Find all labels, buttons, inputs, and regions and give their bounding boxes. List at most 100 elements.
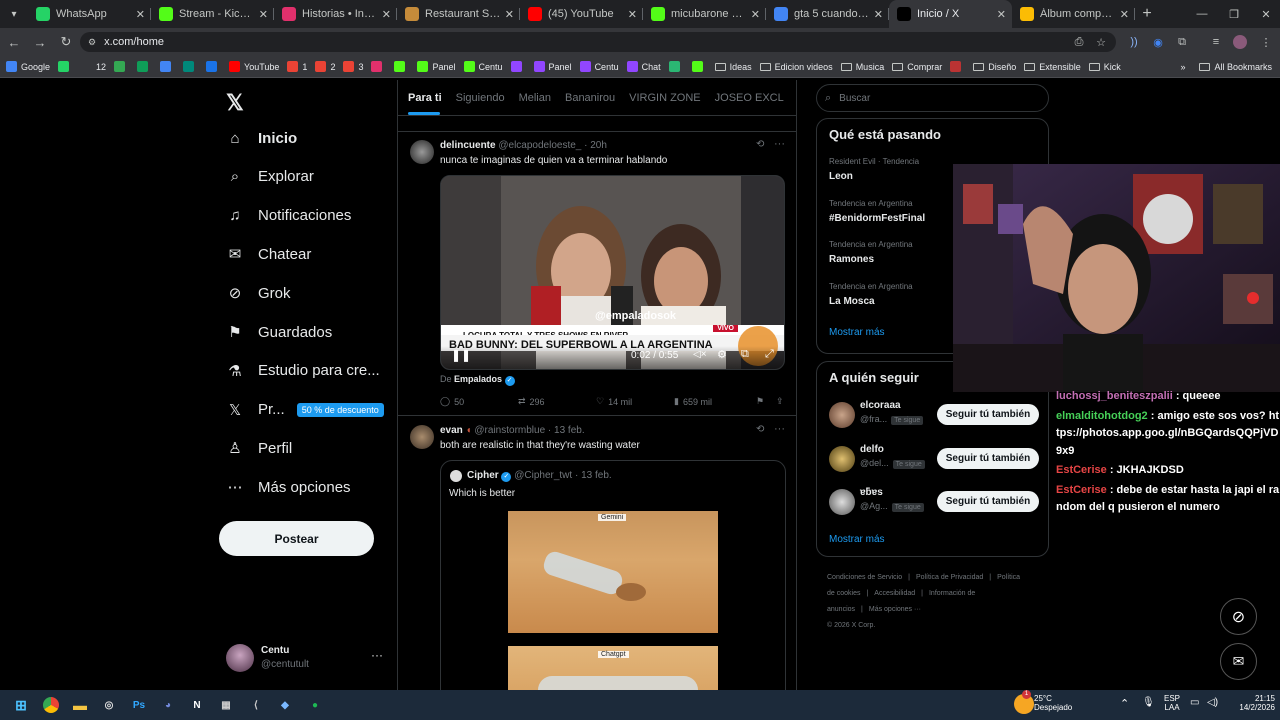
close-tab-icon[interactable]: ✕ <box>751 8 760 21</box>
messages-float-button[interactable]: ✉ <box>1220 643 1257 680</box>
retweet-button[interactable]: ⇄ 296 <box>518 396 596 407</box>
tweet-more-icon[interactable]: ··· <box>774 138 785 150</box>
settings-gear-icon[interactable]: ⚙ <box>717 348 727 361</box>
tray-overflow-icon[interactable]: ⌃ <box>1120 697 1129 710</box>
back-icon[interactable]: ← <box>2 30 26 54</box>
browser-tab[interactable]: WhatsApp ✕ <box>28 0 151 28</box>
site-info-icon[interactable]: ⚙ <box>88 37 96 48</box>
nav-item-pr[interactable]: 𝕏 Pr... 50 % de descuento <box>226 398 384 422</box>
follow-button[interactable]: Seguir tú también <box>937 404 1039 425</box>
close-tab-icon[interactable]: ✕ <box>259 8 268 21</box>
tweet-time[interactable]: · 20h <box>584 140 607 151</box>
avatar[interactable] <box>410 425 434 449</box>
grok-icon[interactable]: ⟲ <box>756 139 764 150</box>
notion-icon[interactable]: N <box>186 694 208 716</box>
follow-show-more[interactable]: Mostrar más <box>829 534 885 545</box>
bookmark-item[interactable] <box>510 61 526 72</box>
bookmark-item[interactable] <box>394 61 409 72</box>
extension-wave-icon[interactable]: )) <box>1126 34 1142 50</box>
avatar[interactable] <box>410 140 434 164</box>
bookmark-star-icon[interactable]: ☆ <box>1093 34 1109 50</box>
close-tab-icon[interactable]: ✕ <box>382 8 391 21</box>
timeline-tab[interactable]: VIRGIN ZONE <box>629 92 701 104</box>
microphone-icon[interactable]: 🎙 <box>1142 697 1155 708</box>
pip-icon[interactable]: ⧉ <box>741 348 749 361</box>
input-language[interactable]: ESP LAA <box>1160 694 1184 712</box>
quote-tweet[interactable]: Cipher ✓ @Cipher_twt · 13 feb. Which is … <box>440 460 786 692</box>
bookmark-item[interactable] <box>58 61 73 72</box>
footer-link[interactable]: Condiciones de Servicio <box>827 574 902 581</box>
follow-button[interactable]: Seguir tú también <box>937 447 1039 469</box>
obs-icon[interactable]: ◎ <box>98 694 120 716</box>
footer-link[interactable]: Más opciones ··· <box>869 606 921 613</box>
reply-button[interactable]: ◯ 50 <box>440 396 518 407</box>
share-icon[interactable]: ⇪ <box>776 396 790 407</box>
close-tab-icon[interactable]: ✕ <box>874 8 883 21</box>
minimize-icon[interactable]: — <box>1186 0 1218 28</box>
network-icon[interactable]: ▭ <box>1190 697 1199 708</box>
tweet[interactable]: evan ◖ @rainstormblue · 13 feb. ⟲ ··· bo… <box>398 417 796 692</box>
nav-item-estudio-para-cre[interactable]: ⚗ Estudio para cre... <box>226 359 379 383</box>
browser-tab[interactable]: micubarone Stream -✕ <box>643 0 766 28</box>
tweet-handle[interactable]: @rainstormblue <box>474 425 545 436</box>
bookmarks-overflow-icon[interactable]: » <box>1180 62 1185 72</box>
nav-item-inicio[interactable]: ⌂ Inicio <box>226 126 297 150</box>
x-logo-icon[interactable]: 𝕏 <box>226 90 244 116</box>
extensions-puzzle-icon[interactable]: ⧉ <box>1174 34 1190 50</box>
reload-icon[interactable]: ↻ <box>54 30 78 54</box>
tweet-handle[interactable]: @elcapodeloeste_ <box>498 140 581 151</box>
trends-show-more[interactable]: Mostrar más <box>829 327 885 338</box>
nav-item-notificaciones[interactable]: ♫ Notificaciones <box>226 204 351 228</box>
video-player[interactable]: @empaladosok LOCURA TOTAL Y TRES SHOWS E… <box>440 175 785 370</box>
nav-item-explorar[interactable]: ⌕ Explorar <box>226 165 314 189</box>
tweet-author[interactable]: evan <box>440 425 463 436</box>
close-tab-icon[interactable]: ✕ <box>997 8 1006 21</box>
nav-item-chatear[interactable]: ✉ Chatear <box>226 242 312 266</box>
maximize-icon[interactable]: ❐ <box>1218 0 1250 28</box>
spotify-icon[interactable]: ● <box>304 694 326 716</box>
footer-link[interactable]: Política de Privacidad <box>916 574 983 581</box>
bookmark-item[interactable]: Comprar <box>892 62 942 72</box>
bookmark-item[interactable]: Kick <box>1088 62 1121 72</box>
close-tab-icon[interactable]: ✕ <box>628 8 637 21</box>
quote-image-gemini[interactable]: Gemini <box>508 511 718 633</box>
calculator-icon[interactable]: ▦ <box>215 694 237 716</box>
timeline-tab[interactable]: Melian <box>519 92 551 104</box>
browser-tab[interactable]: Stream - Kick Dashboard✕ <box>151 0 274 28</box>
address-bar[interactable]: ⚙ x.com/home <box>80 32 1116 52</box>
timeline-tab[interactable]: Para ti <box>408 92 442 104</box>
new-tab-button[interactable]: + <box>1135 5 1159 23</box>
browser-tab[interactable]: Restaurant Street✕ <box>397 0 520 28</box>
grok-icon[interactable]: ⟲ <box>756 424 764 435</box>
bookmark-item[interactable] <box>137 61 152 72</box>
post-button[interactable]: Postear <box>219 521 374 556</box>
bookmark-item[interactable]: Edicion videos <box>759 62 833 72</box>
bookmark-item[interactable]: Extensible <box>1024 62 1081 72</box>
app-diamond-icon[interactable]: ◆ <box>274 694 296 716</box>
bookmark-item[interactable]: Musica <box>840 62 884 72</box>
bookmark-item[interactable] <box>114 61 129 72</box>
follow-button[interactable]: Seguir tú también <box>937 491 1039 512</box>
fullscreen-icon[interactable]: ⤢ <box>765 348 774 361</box>
file-explorer-icon[interactable]: ▬ <box>69 694 91 716</box>
bookmark-item[interactable] <box>183 61 198 72</box>
bookmark-item[interactable]: 1 <box>287 61 307 72</box>
close-tab-icon[interactable]: ✕ <box>1120 8 1129 21</box>
bookmark-item[interactable]: Ideas <box>714 62 752 72</box>
chrome-icon[interactable] <box>40 694 62 716</box>
tab-search-icon[interactable]: ▾ <box>0 0 28 28</box>
search-box[interactable]: ⌕ Buscar <box>816 84 1049 112</box>
discord-icon[interactable]: ◕ <box>157 694 179 716</box>
quote-image-chatgpt[interactable]: Chatgpt <box>508 646 718 692</box>
bookmark-item[interactable]: 12 <box>81 61 106 72</box>
tweet-time[interactable]: · 13 feb. <box>548 425 585 436</box>
browser-tab[interactable]: gta 5 cuando slaio -✕ <box>766 0 889 28</box>
like-button[interactable]: ♡ 14 mil <box>596 396 674 407</box>
bookmark-item[interactable] <box>668 61 684 72</box>
close-window-icon[interactable]: ✕ <box>1250 0 1280 28</box>
bookmark-item[interactable]: Centu <box>463 61 503 72</box>
forward-icon[interactable]: → <box>28 30 52 54</box>
more-dots-icon[interactable]: ··· <box>371 648 383 662</box>
close-tab-icon[interactable]: ✕ <box>505 8 514 21</box>
bookmark-item[interactable]: Centu <box>579 61 619 72</box>
